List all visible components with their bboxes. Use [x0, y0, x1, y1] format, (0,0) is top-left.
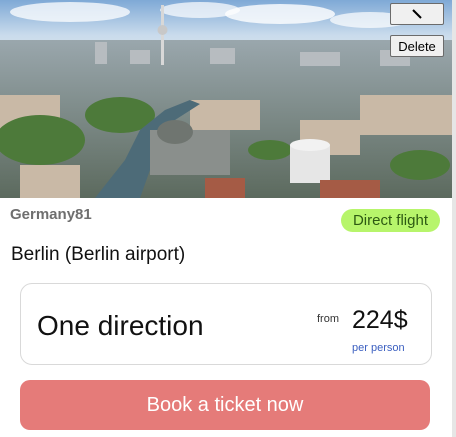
- price-box: One direction from 224$ per person: [20, 283, 432, 365]
- owner-name: Germany81: [10, 206, 92, 223]
- city-photo: [0, 0, 452, 198]
- direct-flight-badge: Direct flight: [340, 209, 440, 232]
- pencil-icon: [412, 9, 422, 19]
- price-value: 224$: [352, 306, 408, 334]
- from-label: from: [317, 313, 339, 325]
- destination-city: Berlin (Berlin airport): [11, 244, 186, 265]
- delete-button[interactable]: Delete: [390, 35, 444, 57]
- direction-label: One direction: [37, 310, 204, 341]
- book-ticket-button[interactable]: Book a ticket now: [20, 380, 430, 430]
- scrollbar[interactable]: [452, 0, 456, 437]
- per-person-label: per person: [352, 342, 405, 354]
- flight-card: Delete Germany81 Direct flight Berlin (B…: [0, 0, 452, 437]
- edit-button[interactable]: [390, 3, 444, 25]
